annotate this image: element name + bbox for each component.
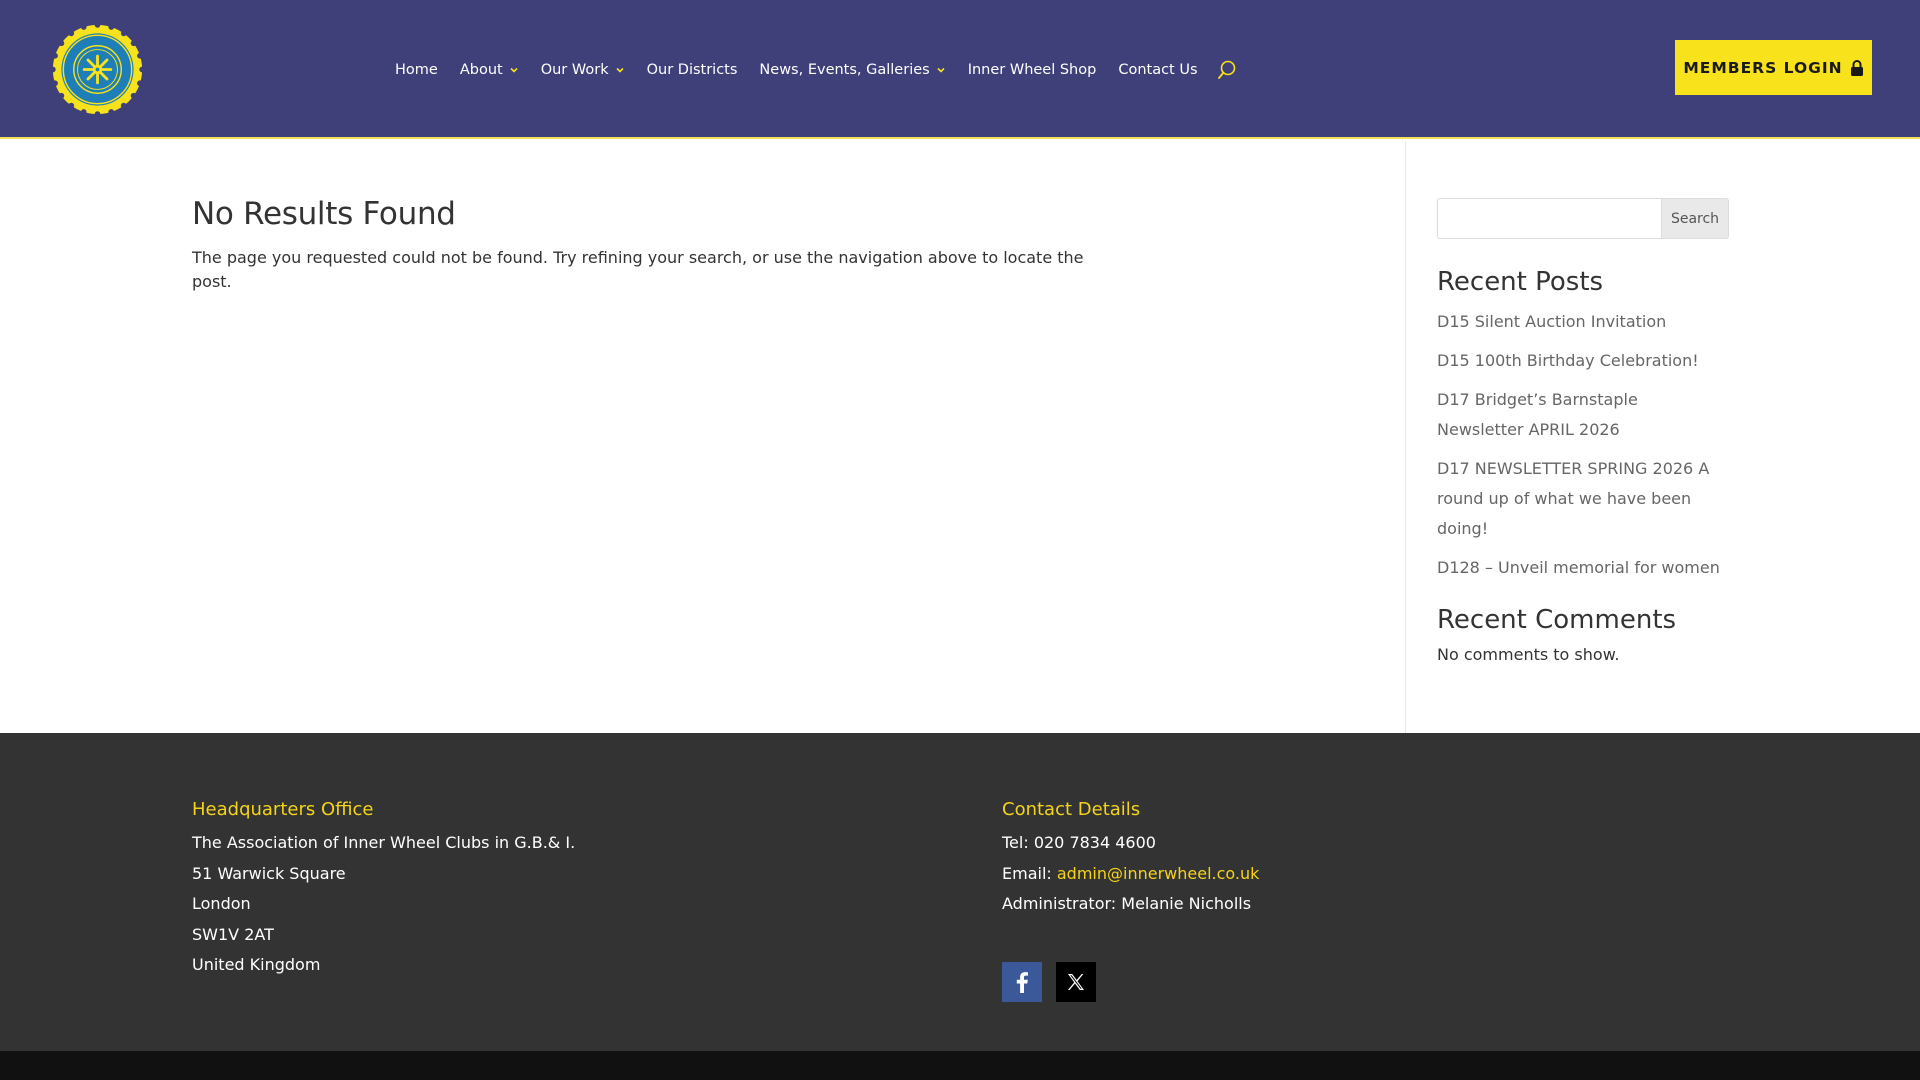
- recent-posts-title: Recent Posts: [1437, 267, 1604, 297]
- logo-emblem-icon: [50, 22, 145, 117]
- recent-post-link[interactable]: D15 Silent Auction Invitation: [1437, 307, 1729, 337]
- nav-about[interactable]: About: [460, 62, 519, 78]
- social-links: [1002, 961, 1259, 1002]
- members-login-label: MEMBERS LOGIN: [1683, 58, 1843, 77]
- contact-heading: Contact Details: [1002, 799, 1141, 820]
- contact-email-link[interactable]: admin@innerwheel.co.uk: [1057, 864, 1260, 883]
- site-footer: Headquarters Office The Association of I…: [0, 733, 1920, 1051]
- hq-line: SW1V 2AT: [192, 924, 274, 944]
- sidebar-search-form: Search: [1437, 198, 1729, 239]
- site-header: Home About Our Work Our Districts News, …: [0, 0, 1920, 139]
- sidebar: Search Recent Posts D15 Silent Auction I…: [1437, 198, 1729, 664]
- recent-post-link[interactable]: D17 NEWSLETTER SPRING 2026 A round up of…: [1437, 454, 1729, 544]
- footer-hq: Headquarters Office The Association of I…: [192, 799, 575, 981]
- x-twitter-icon[interactable]: [1056, 961, 1096, 1002]
- nav-contact-us[interactable]: Contact Us: [1118, 62, 1197, 78]
- no-results-message: The page you requested could not be foun…: [192, 248, 1084, 291]
- nav-contact-label: Contact Us: [1118, 62, 1198, 78]
- footer-contact: Contact Details Tel: 020 7834 4600 Email…: [1002, 799, 1259, 1002]
- contact-email-label: Email:: [1002, 863, 1057, 883]
- search-icon[interactable]: [1216, 59, 1238, 81]
- nav-home[interactable]: Home: [395, 62, 438, 78]
- nav-our-work[interactable]: Our Work: [541, 62, 625, 78]
- contact-tel: Tel: 020 7834 4600: [1002, 833, 1156, 852]
- chevron-down-icon: [509, 65, 519, 75]
- footer-bottom-bar: [0, 1051, 1920, 1080]
- recent-post-link[interactable]: D128 – Unveil memorial for women: [1437, 553, 1729, 583]
- hq-line: 51 Warwick Square: [192, 863, 346, 883]
- facebook-icon[interactable]: [1002, 961, 1042, 1002]
- nav-about-label: About: [459, 62, 503, 78]
- contact-admin: Administrator: Melanie Nicholls: [1002, 894, 1252, 913]
- contact-email-line: Email: admin@innerwheel.co.uk: [1002, 859, 1259, 890]
- hq-line: London: [192, 894, 251, 913]
- nav-news-label: News, Events, Galleries: [759, 62, 930, 78]
- nav-our-work-label: Our Work: [540, 62, 609, 78]
- sidebar-divider: [1405, 141, 1406, 733]
- lock-icon: [1850, 59, 1864, 76]
- main-content: No Results Found The page you requested …: [192, 196, 1092, 294]
- sidebar-search-input[interactable]: [1437, 198, 1661, 239]
- sidebar-search-button[interactable]: Search: [1661, 198, 1729, 239]
- recent-post-link[interactable]: D17 Bridget’s Barnstaple Newsletter APRI…: [1437, 385, 1729, 445]
- recent-post-link[interactable]: D15 100th Birthday Celebration!: [1437, 346, 1729, 376]
- page-title: No Results Found: [192, 196, 456, 232]
- nav-our-districts[interactable]: Our Districts: [647, 62, 738, 78]
- hq-line: The Association of Inner Wheel Clubs in …: [192, 833, 576, 852]
- nav-news-events-galleries[interactable]: News, Events, Galleries: [759, 62, 945, 78]
- no-comments-text: No comments to show.: [1437, 645, 1620, 664]
- hq-line: United Kingdom: [192, 955, 321, 974]
- nav-shop-label: Inner Wheel Shop: [967, 62, 1097, 78]
- recent-comments-title: Recent Comments: [1437, 605, 1677, 635]
- hq-heading: Headquarters Office: [192, 799, 374, 820]
- main-nav: Home About Our Work Our Districts News, …: [395, 58, 1238, 82]
- nav-inner-wheel-shop[interactable]: Inner Wheel Shop: [968, 62, 1097, 78]
- chevron-down-icon: [615, 65, 625, 75]
- members-login-button[interactable]: MEMBERS LOGIN: [1675, 40, 1872, 95]
- nav-home-label: Home: [395, 62, 438, 78]
- inner-wheel-logo[interactable]: [50, 22, 145, 117]
- nav-our-districts-label: Our Districts: [646, 62, 738, 78]
- chevron-down-icon: [936, 65, 946, 75]
